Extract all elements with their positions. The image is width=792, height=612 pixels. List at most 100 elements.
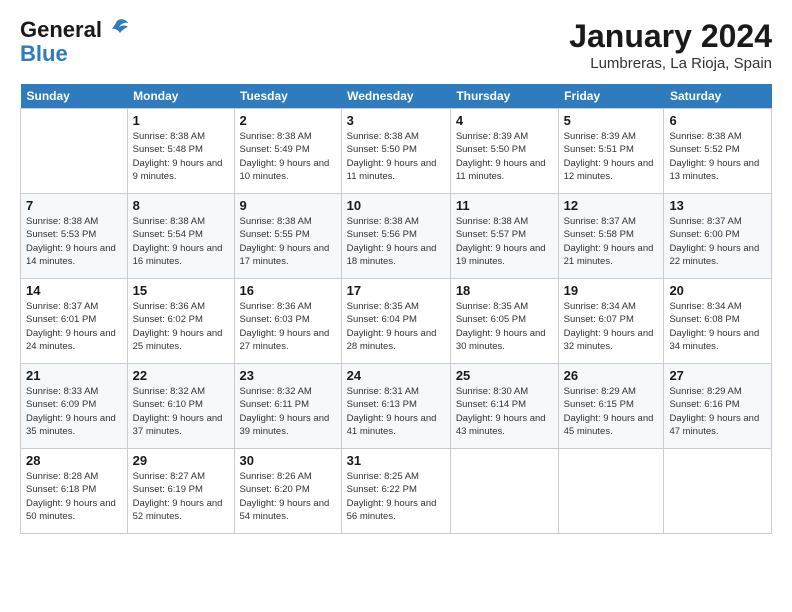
- table-row: 10 Sunrise: 8:38 AMSunset: 5:56 PMDayligh…: [341, 194, 450, 279]
- cell-info: Sunrise: 8:38 AMSunset: 5:54 PMDaylight:…: [133, 215, 229, 268]
- col-header-monday: Monday: [127, 84, 234, 109]
- table-row: 17 Sunrise: 8:35 AMSunset: 6:04 PMDayligh…: [341, 279, 450, 364]
- cell-info: Sunrise: 8:38 AMSunset: 5:55 PMDaylight:…: [240, 215, 336, 268]
- cell-info: Sunrise: 8:38 AMSunset: 5:56 PMDaylight:…: [347, 215, 445, 268]
- table-row: 29 Sunrise: 8:27 AMSunset: 6:19 PMDayligh…: [127, 449, 234, 534]
- cell-info: Sunrise: 8:36 AMSunset: 6:03 PMDaylight:…: [240, 300, 336, 353]
- table-row: 9 Sunrise: 8:38 AMSunset: 5:55 PMDaylight…: [234, 194, 341, 279]
- cell-info: Sunrise: 8:39 AMSunset: 5:50 PMDaylight:…: [456, 130, 553, 183]
- date-number: 5: [564, 113, 659, 128]
- date-number: 31: [347, 453, 445, 468]
- date-number: 7: [26, 198, 122, 213]
- cell-info: Sunrise: 8:36 AMSunset: 6:02 PMDaylight:…: [133, 300, 229, 353]
- date-number: 2: [240, 113, 336, 128]
- table-row: 1 Sunrise: 8:38 AMSunset: 5:48 PMDaylight…: [127, 109, 234, 194]
- logo-text: General: [20, 18, 102, 42]
- table-row: 2 Sunrise: 8:38 AMSunset: 5:49 PMDaylight…: [234, 109, 341, 194]
- col-header-thursday: Thursday: [450, 84, 558, 109]
- table-row: 5 Sunrise: 8:39 AMSunset: 5:51 PMDaylight…: [558, 109, 664, 194]
- col-header-wednesday: Wednesday: [341, 84, 450, 109]
- logo-blue-text: Blue: [20, 42, 130, 66]
- date-number: 29: [133, 453, 229, 468]
- table-row: 6 Sunrise: 8:38 AMSunset: 5:52 PMDaylight…: [664, 109, 772, 194]
- cell-info: Sunrise: 8:34 AMSunset: 6:07 PMDaylight:…: [564, 300, 659, 353]
- table-row: 12 Sunrise: 8:37 AMSunset: 5:58 PMDayligh…: [558, 194, 664, 279]
- date-number: 24: [347, 368, 445, 383]
- cell-info: Sunrise: 8:28 AMSunset: 6:18 PMDaylight:…: [26, 470, 122, 523]
- table-row: 16 Sunrise: 8:36 AMSunset: 6:03 PMDayligh…: [234, 279, 341, 364]
- table-row: 15 Sunrise: 8:36 AMSunset: 6:02 PMDayligh…: [127, 279, 234, 364]
- title-block: January 2024 Lumbreras, La Rioja, Spain: [569, 18, 772, 72]
- table-row: [450, 449, 558, 534]
- table-row: 31Sunrise: 8:25 AMSunset: 6:22 PMDayligh…: [341, 449, 450, 534]
- table-row: 19 Sunrise: 8:34 AMSunset: 6:07 PMDayligh…: [558, 279, 664, 364]
- cell-info: Sunrise: 8:38 AMSunset: 5:49 PMDaylight:…: [240, 130, 336, 183]
- date-number: 19: [564, 283, 659, 298]
- table-row: 30 Sunrise: 8:26 AMSunset: 6:20 PMDayligh…: [234, 449, 341, 534]
- table-row: [664, 449, 772, 534]
- table-row: 20 Sunrise: 8:34 AMSunset: 6:08 PMDayligh…: [664, 279, 772, 364]
- cell-info: Sunrise: 8:32 AMSunset: 6:11 PMDaylight:…: [240, 385, 336, 438]
- cell-info: Sunrise: 8:39 AMSunset: 5:51 PMDaylight:…: [564, 130, 659, 183]
- table-row: 26 Sunrise: 8:29 AMSunset: 6:15 PMDayligh…: [558, 364, 664, 449]
- cell-info: Sunrise: 8:31 AMSunset: 6:13 PMDaylight:…: [347, 385, 445, 438]
- date-number: 17: [347, 283, 445, 298]
- date-number: 10: [347, 198, 445, 213]
- table-row: 8 Sunrise: 8:38 AMSunset: 5:54 PMDaylight…: [127, 194, 234, 279]
- date-number: 8: [133, 198, 229, 213]
- cell-info: Sunrise: 8:38 AMSunset: 5:52 PMDaylight:…: [669, 130, 766, 183]
- cell-info: Sunrise: 8:26 AMSunset: 6:20 PMDaylight:…: [240, 470, 336, 523]
- date-number: 6: [669, 113, 766, 128]
- calendar-subtitle: Lumbreras, La Rioja, Spain: [569, 55, 772, 72]
- date-number: 14: [26, 283, 122, 298]
- table-row: 14 Sunrise: 8:37 AMSunset: 6:01 PMDayligh…: [21, 279, 128, 364]
- col-header-tuesday: Tuesday: [234, 84, 341, 109]
- cell-info: Sunrise: 8:35 AMSunset: 6:05 PMDaylight:…: [456, 300, 553, 353]
- table-row: 3 Sunrise: 8:38 AMSunset: 5:50 PMDaylight…: [341, 109, 450, 194]
- date-number: 1: [133, 113, 229, 128]
- date-number: 4: [456, 113, 553, 128]
- date-number: 22: [133, 368, 229, 383]
- table-row: 28 Sunrise: 8:28 AMSunset: 6:18 PMDayligh…: [21, 449, 128, 534]
- cell-info: Sunrise: 8:38 AMSunset: 5:48 PMDaylight:…: [133, 130, 229, 183]
- cell-info: Sunrise: 8:32 AMSunset: 6:10 PMDaylight:…: [133, 385, 229, 438]
- date-number: 23: [240, 368, 336, 383]
- date-number: 9: [240, 198, 336, 213]
- cell-info: Sunrise: 8:37 AMSunset: 5:58 PMDaylight:…: [564, 215, 659, 268]
- col-header-friday: Friday: [558, 84, 664, 109]
- table-row: 24 Sunrise: 8:31 AMSunset: 6:13 PMDayligh…: [341, 364, 450, 449]
- col-header-saturday: Saturday: [664, 84, 772, 109]
- date-number: 16: [240, 283, 336, 298]
- cell-info: Sunrise: 8:29 AMSunset: 6:16 PMDaylight:…: [669, 385, 766, 438]
- date-number: 15: [133, 283, 229, 298]
- cell-info: Sunrise: 8:38 AMSunset: 5:57 PMDaylight:…: [456, 215, 553, 268]
- date-number: 21: [26, 368, 122, 383]
- cell-info: Sunrise: 8:27 AMSunset: 6:19 PMDaylight:…: [133, 470, 229, 523]
- cell-info: Sunrise: 8:37 AMSunset: 6:00 PMDaylight:…: [669, 215, 766, 268]
- cell-info: Sunrise: 8:34 AMSunset: 6:08 PMDaylight:…: [669, 300, 766, 353]
- cell-info: Sunrise: 8:38 AMSunset: 5:53 PMDaylight:…: [26, 215, 122, 268]
- date-number: 25: [456, 368, 553, 383]
- date-number: 3: [347, 113, 445, 128]
- calendar-table: Sunday Monday Tuesday Wednesday Thursday…: [20, 84, 772, 534]
- date-number: 13: [669, 198, 766, 213]
- table-row: [21, 109, 128, 194]
- cell-info: Sunrise: 8:38 AMSunset: 5:50 PMDaylight:…: [347, 130, 445, 183]
- table-row: 7 Sunrise: 8:38 AMSunset: 5:53 PMDaylight…: [21, 194, 128, 279]
- cell-info: Sunrise: 8:29 AMSunset: 6:15 PMDaylight:…: [564, 385, 659, 438]
- table-row: 13 Sunrise: 8:37 AMSunset: 6:00 PMDayligh…: [664, 194, 772, 279]
- logo-bird-icon: [104, 17, 130, 41]
- table-row: 21Sunrise: 8:33 AMSunset: 6:09 PMDayligh…: [21, 364, 128, 449]
- date-number: 30: [240, 453, 336, 468]
- cell-info: Sunrise: 8:30 AMSunset: 6:14 PMDaylight:…: [456, 385, 553, 438]
- date-number: 20: [669, 283, 766, 298]
- calendar-title: January 2024: [569, 18, 772, 55]
- table-row: 4 Sunrise: 8:39 AMSunset: 5:50 PMDaylight…: [450, 109, 558, 194]
- date-number: 18: [456, 283, 553, 298]
- date-number: 28: [26, 453, 122, 468]
- cell-info: Sunrise: 8:35 AMSunset: 6:04 PMDaylight:…: [347, 300, 445, 353]
- cell-info: Sunrise: 8:37 AMSunset: 6:01 PMDaylight:…: [26, 300, 122, 353]
- logo: General Blue: [20, 18, 130, 66]
- date-number: 12: [564, 198, 659, 213]
- date-number: 26: [564, 368, 659, 383]
